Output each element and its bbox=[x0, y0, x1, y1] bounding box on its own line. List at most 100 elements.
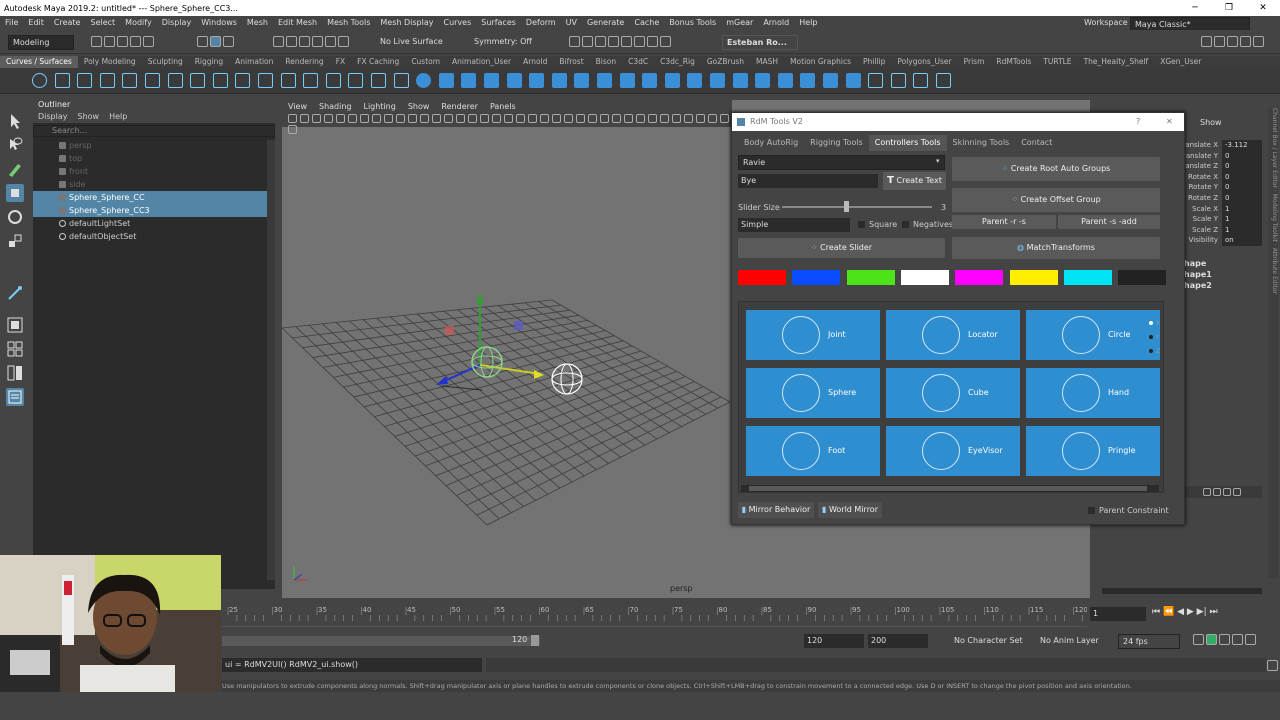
viewport-tool-icon[interactable] bbox=[647, 114, 657, 123]
viewport-tool-icon[interactable] bbox=[323, 114, 333, 123]
planar-icon[interactable] bbox=[597, 73, 612, 88]
controller-hand-button[interactable]: Hand bbox=[1026, 368, 1160, 418]
menu-bonus-tools[interactable]: Bonus Tools bbox=[664, 16, 721, 30]
viewport-tool-icon[interactable] bbox=[371, 114, 381, 123]
viewport-tool-icon[interactable] bbox=[491, 114, 501, 123]
viewport-tool-icon[interactable] bbox=[287, 114, 297, 123]
menu-generate[interactable]: Generate bbox=[582, 16, 629, 30]
anim-layer-dropdown[interactable]: No Anim Layer bbox=[1040, 636, 1099, 645]
shelf-tab-rendering[interactable]: Rendering bbox=[279, 56, 329, 68]
shelf-tab-c3dc-rig[interactable]: C3dc_Rig bbox=[654, 56, 701, 68]
cv-curve-icon[interactable] bbox=[77, 73, 93, 88]
snap-grid-icon[interactable] bbox=[273, 36, 284, 47]
channel-value[interactable]: on bbox=[1222, 235, 1262, 246]
square-checkbox[interactable] bbox=[858, 221, 865, 228]
menu-create[interactable]: Create bbox=[49, 16, 86, 30]
script-editor-icon[interactable] bbox=[1267, 660, 1278, 671]
slider-handle[interactable] bbox=[844, 201, 849, 212]
menu-windows[interactable]: Windows bbox=[196, 16, 242, 30]
insert-knot-icon[interactable] bbox=[235, 73, 251, 88]
boundary-icon[interactable] bbox=[664, 73, 680, 88]
new-selected-layer-icon[interactable] bbox=[1233, 488, 1241, 496]
viewport-menu-show[interactable]: Show bbox=[402, 100, 436, 113]
loft-icon[interactable] bbox=[574, 73, 590, 88]
sidebar-toggle-icon[interactable] bbox=[1201, 36, 1212, 47]
sound-icon[interactable] bbox=[1245, 634, 1256, 645]
controller-joint-button[interactable]: Joint bbox=[746, 310, 880, 360]
controllers-scrollbar[interactable] bbox=[741, 485, 1159, 492]
viewport-tool-icon[interactable] bbox=[707, 114, 717, 123]
revolve-icon[interactable] bbox=[551, 73, 567, 88]
snap-view-icon[interactable] bbox=[312, 36, 323, 47]
range-end-field[interactable]: 120 bbox=[804, 634, 864, 648]
fillet-icon[interactable] bbox=[393, 73, 409, 88]
shelf-tab-c3dc[interactable]: C3dC bbox=[622, 56, 654, 68]
rebuild-surface-icon[interactable] bbox=[823, 73, 838, 88]
viewport-tool-icon[interactable] bbox=[563, 114, 573, 123]
snap-curve-icon[interactable] bbox=[286, 36, 297, 47]
step-back-key-icon[interactable]: ⏪ bbox=[1163, 607, 1174, 617]
viewport-tool-icon[interactable] bbox=[719, 114, 729, 123]
select-tool-icon[interactable] bbox=[6, 112, 24, 130]
viewport-tool-icon[interactable] bbox=[683, 114, 693, 123]
playblast-icon[interactable] bbox=[647, 36, 658, 47]
go-to-end-icon[interactable]: ⏭ bbox=[1210, 607, 1218, 617]
viewport-menu-panels[interactable]: Panels bbox=[484, 100, 522, 113]
scale-tool-icon[interactable] bbox=[6, 232, 24, 250]
shape-node[interactable]: hape bbox=[1184, 258, 1212, 269]
redo-icon[interactable] bbox=[143, 36, 154, 47]
magnet-icon[interactable] bbox=[338, 36, 349, 47]
viewport-tool-icon[interactable] bbox=[443, 114, 453, 123]
save-scene-icon[interactable] bbox=[117, 36, 128, 47]
shelf-tab-bifrost[interactable]: Bifrost bbox=[553, 56, 589, 68]
viewport-tool-icon[interactable] bbox=[431, 114, 441, 123]
viewport-tool-icon[interactable] bbox=[635, 114, 645, 123]
shelf-tab-poly-modeling[interactable]: Poly Modeling bbox=[78, 56, 142, 68]
layer-scrollbar[interactable] bbox=[1102, 588, 1262, 594]
axis-radio-x[interactable]: X bbox=[1149, 316, 1160, 330]
square-surface-icon[interactable] bbox=[687, 73, 703, 88]
channel-value[interactable]: 0 bbox=[1222, 161, 1262, 172]
viewport-tool-icon[interactable] bbox=[299, 114, 309, 123]
menu-mesh-tools[interactable]: Mesh Tools bbox=[322, 16, 375, 30]
channel-value[interactable]: 1 bbox=[1222, 224, 1262, 236]
menu-uv[interactable]: UV bbox=[561, 16, 582, 30]
cone-icon[interactable] bbox=[484, 73, 499, 88]
undo-icon[interactable] bbox=[130, 36, 141, 47]
channel-row[interactable]: Rotate X 0 bbox=[1182, 171, 1262, 183]
negatives-checkbox[interactable] bbox=[902, 221, 909, 228]
viewport-tool-icon[interactable] bbox=[503, 114, 513, 123]
shelf-tab-phillip[interactable]: Phillip bbox=[857, 56, 891, 68]
move-tool-icon[interactable] bbox=[6, 184, 24, 202]
viewport-tool-icon[interactable] bbox=[347, 114, 357, 123]
outliner-menu-show[interactable]: Show bbox=[78, 111, 100, 123]
arnold-render-icon[interactable] bbox=[634, 36, 645, 47]
snap-point-icon[interactable] bbox=[299, 36, 310, 47]
viewport-tool-icon[interactable] bbox=[467, 114, 477, 123]
color-swatch[interactable] bbox=[1009, 270, 1058, 285]
viewport-menu-renderer[interactable]: Renderer bbox=[435, 100, 484, 113]
layer-next-icon[interactable] bbox=[1213, 488, 1221, 496]
play-icon[interactable]: ▶ bbox=[1187, 607, 1194, 617]
paint-select-icon[interactable] bbox=[6, 160, 24, 178]
slider-type-field[interactable]: Simple bbox=[738, 218, 850, 232]
slider-track[interactable] bbox=[782, 206, 932, 208]
channel-value[interactable]: 0 bbox=[1222, 171, 1262, 183]
mel-input[interactable]: ui = RdMV2UI() RdMV2_ui.show() bbox=[222, 658, 482, 672]
channel-value[interactable]: 0 bbox=[1222, 150, 1262, 162]
channel-row[interactable]: Scale X 1 bbox=[1182, 203, 1262, 215]
outliner-search-input[interactable]: Search... bbox=[33, 125, 275, 137]
last-tool-icon[interactable] bbox=[6, 284, 24, 302]
viewport-tool-icon[interactable] bbox=[599, 114, 609, 123]
untrim-icon[interactable] bbox=[777, 73, 793, 88]
symmetry-label[interactable]: Symmetry: Off bbox=[474, 37, 532, 46]
attach-curve-icon[interactable] bbox=[190, 73, 206, 88]
torus-icon[interactable] bbox=[529, 73, 545, 88]
intersect-curve-icon[interactable] bbox=[348, 73, 364, 88]
stitch-icon[interactable] bbox=[800, 73, 816, 88]
range-bar[interactable] bbox=[222, 636, 540, 646]
viewport-tool-icon[interactable] bbox=[335, 114, 345, 123]
rebuild-curve-icon[interactable] bbox=[258, 73, 273, 88]
shelf-tab-sculpting[interactable]: Sculpting bbox=[142, 56, 189, 68]
rotate-tool-icon[interactable] bbox=[6, 208, 24, 226]
